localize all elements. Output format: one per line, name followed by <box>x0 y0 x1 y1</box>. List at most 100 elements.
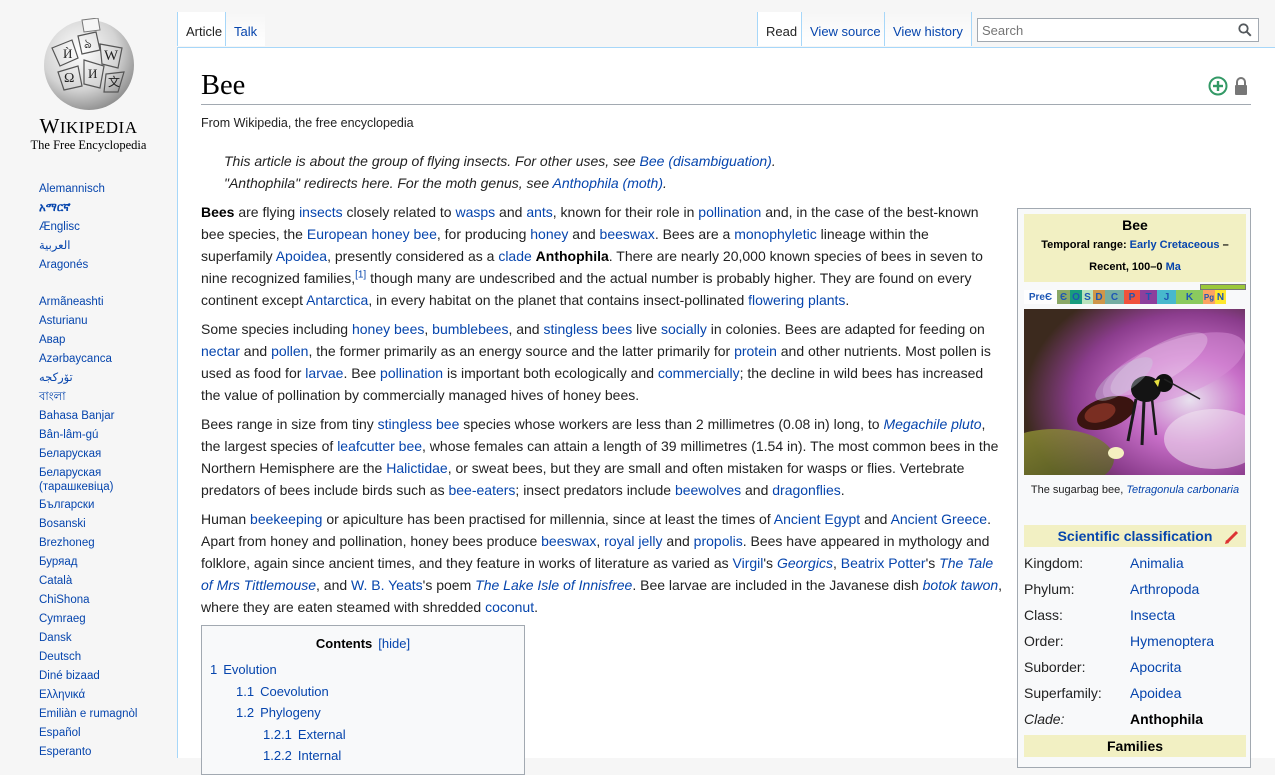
article-link[interactable]: protein <box>734 343 777 359</box>
toc-hide-toggle[interactable]: [hide] <box>378 636 410 651</box>
language-link[interactable]: Armãneashti <box>39 295 177 314</box>
language-link[interactable]: Буряад <box>39 555 177 574</box>
timescale-period[interactable]: D <box>1093 290 1105 304</box>
language-link[interactable]: Alemannisch <box>39 182 177 201</box>
article-link[interactable]: stingless bees <box>543 321 632 337</box>
language-link[interactable]: Azərbaycanca <box>39 352 177 371</box>
article-link[interactable]: bumblebees <box>432 321 508 337</box>
timescale-period[interactable]: Є <box>1057 290 1070 304</box>
toc-link[interactable]: 1.2 Phylogeny <box>236 705 321 720</box>
search-box[interactable] <box>977 18 1259 42</box>
taxonomy-value[interactable]: Hymenoptera <box>1130 628 1214 654</box>
timescale-period[interactable]: P <box>1124 290 1140 304</box>
article-link[interactable]: Beatrix Potter <box>841 555 926 571</box>
language-link[interactable]: Беларуская (тарашкевіца) <box>39 466 177 498</box>
language-link[interactable]: Asturianu <box>39 314 177 333</box>
article-link[interactable]: Antarctica <box>306 292 368 308</box>
timescale-period[interactable]: K <box>1176 290 1203 304</box>
article-link[interactable]: royal jelly <box>604 533 662 549</box>
language-link[interactable]: Ænglisc <box>39 220 177 239</box>
article-link[interactable]: Halictidae <box>386 460 447 476</box>
tab-talk[interactable]: Talk <box>225 12 266 46</box>
language-link[interactable]: বাংলা <box>39 390 177 409</box>
ma-link[interactable]: Ma <box>1166 261 1181 273</box>
anthophila-moth-link[interactable]: Anthophila (moth) <box>553 175 664 191</box>
language-link[interactable]: Ελληνικά <box>39 688 177 707</box>
article-link[interactable]: beekeeping <box>250 511 322 527</box>
timescale-period[interactable]: C <box>1105 290 1124 304</box>
tab-view-history[interactable]: View history <box>884 12 972 46</box>
tetragonula-carbonaria-link[interactable]: Tetragonula carbonaria <box>1126 484 1239 496</box>
language-link[interactable]: Aragonés <box>39 258 177 277</box>
article-link[interactable]: propolis <box>694 533 743 549</box>
timescale-period[interactable]: J <box>1157 290 1176 304</box>
timescale-period[interactable]: PreЄ <box>1024 290 1057 304</box>
article-link[interactable]: botok tawon <box>923 577 999 593</box>
article-link[interactable]: ants <box>526 204 552 220</box>
taxonomy-value[interactable]: Arthropoda <box>1130 576 1199 602</box>
language-link[interactable]: Deutsch <box>39 650 177 669</box>
article-link[interactable]: Georgics <box>777 555 833 571</box>
language-link[interactable]: Brezhoneg <box>39 536 177 555</box>
article-link[interactable]: of Mrs Tittlemouse <box>201 577 316 593</box>
toc-link[interactable]: 1.2.2 Internal <box>263 748 341 763</box>
article-link[interactable]: Ancient Egypt <box>774 511 860 527</box>
language-link[interactable]: Emiliàn e rumagnòl <box>39 707 177 726</box>
good-article-plus-icon[interactable] <box>1208 76 1228 96</box>
article-link[interactable]: stingless bee <box>378 416 460 432</box>
article-link[interactable]: bee-eaters <box>448 482 515 498</box>
toc-item[interactable]: 1.2.1 External <box>263 727 346 742</box>
language-link[interactable]: Беларуская <box>39 447 177 466</box>
scientific-classification-link[interactable]: Scientific classification <box>1058 528 1213 544</box>
language-link[interactable]: Cymraeg <box>39 612 177 631</box>
article-link[interactable]: Apoidea <box>276 248 327 264</box>
article-link[interactable]: Ancient Greece <box>891 511 988 527</box>
toc-item[interactable]: 1.1 Coevolution <box>236 684 329 699</box>
language-link[interactable]: Diné bizaad <box>39 669 177 688</box>
language-link[interactable]: Български <box>39 498 177 517</box>
article-link[interactable]: Megachile pluto <box>883 416 981 432</box>
timescale-period[interactable]: Pg <box>1203 290 1215 304</box>
language-link[interactable]: ChiShona <box>39 593 177 612</box>
toc-link[interactable]: 1 Evolution <box>210 662 277 677</box>
article-link[interactable]: socially <box>661 321 707 337</box>
early-cretaceous-link[interactable]: Early Cretaceous <box>1130 239 1220 251</box>
article-link[interactable]: honey <box>530 226 568 242</box>
edit-pencil-icon[interactable] <box>1224 529 1240 545</box>
taxonomy-value[interactable]: Apoidea <box>1130 680 1181 706</box>
language-link[interactable]: Español <box>39 726 177 745</box>
article-link[interactable]: leafcutter bee <box>337 438 422 454</box>
article-link[interactable]: pollination <box>698 204 761 220</box>
toc-item[interactable]: 1.2 Phylogeny <box>236 705 321 720</box>
language-link[interactable]: Bosanski <box>39 517 177 536</box>
language-link[interactable]: Català <box>39 574 177 593</box>
timescale-period[interactable]: N <box>1215 290 1226 304</box>
article-link[interactable]: larvae <box>305 365 343 381</box>
taxonomy-value[interactable]: Apocrita <box>1130 654 1181 680</box>
timescale-period[interactable]: O <box>1070 290 1082 304</box>
language-link[interactable]: አማርኛ <box>39 201 177 220</box>
language-link[interactable]: Esperanto <box>39 745 177 764</box>
article-link[interactable]: monophyletic <box>734 226 817 242</box>
bee-disambiguation-link[interactable]: Bee (disambiguation) <box>640 153 772 169</box>
article-link[interactable]: honey bees <box>352 321 424 337</box>
article-link[interactable]: beeswax <box>541 533 596 549</box>
toc-link[interactable]: 1.2.1 External <box>263 727 346 742</box>
article-link[interactable]: insects <box>299 204 343 220</box>
tab-view-history-label[interactable]: View history <box>893 24 963 39</box>
article-link[interactable]: wasps <box>455 204 495 220</box>
timescale-period[interactable]: T <box>1140 290 1157 304</box>
taxonomy-value[interactable]: Insecta <box>1130 602 1175 628</box>
tab-view-source-label[interactable]: View source <box>810 24 881 39</box>
language-link[interactable]: Bân-lâm-gú <box>39 428 177 447</box>
language-link[interactable]: تۆرکجه <box>39 371 177 390</box>
article-link[interactable]: beeswax <box>600 226 655 242</box>
article-link[interactable]: Virgil <box>733 555 764 571</box>
article-link[interactable]: commercially <box>658 365 740 381</box>
article-link[interactable]: coconut <box>485 599 534 615</box>
citation-link[interactable]: [1] <box>355 269 366 280</box>
article-link[interactable]: European honey bee <box>307 226 437 242</box>
toc-item[interactable]: 1 Evolution <box>210 662 277 677</box>
language-link[interactable]: العربية <box>39 239 177 258</box>
bee-photo[interactable] <box>1024 309 1245 475</box>
